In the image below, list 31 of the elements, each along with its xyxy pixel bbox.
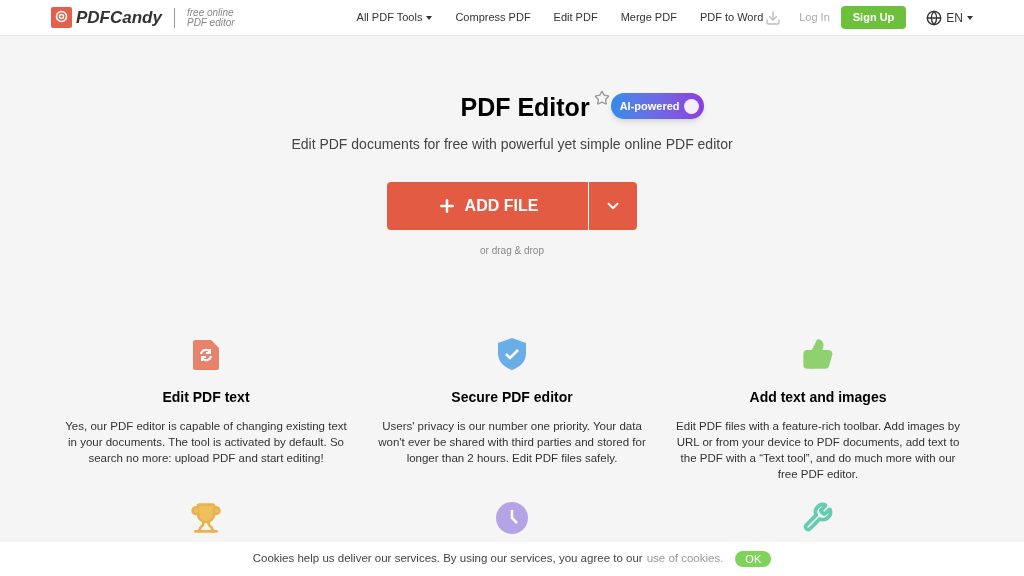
trophy-icon	[190, 502, 222, 534]
feature-title: Secure PDF editor	[451, 388, 573, 407]
subtitle: Edit PDF documents for free with powerful yet simple online PDF editor	[291, 135, 733, 154]
nav-link[interactable]: Merge PDF	[620, 9, 677, 26]
feature-title: Edit PDF text	[162, 388, 250, 407]
cookie-text: Cookies help us deliver our services. By using our services, you agree to our	[252, 551, 643, 567]
clock-icon	[496, 502, 528, 534]
add-file-button[interactable]: ADD FILE	[387, 182, 588, 230]
feature-title: Add text and images	[749, 388, 887, 407]
nav-link[interactable]: Compress PDF	[455, 9, 531, 26]
feature-text: Edit PDF files with a feature-rich toolbar. Add images by URL or from your device to PDF documents, add text to the PDF with a “Text tool”, and do much more with our free PDF editor.	[675, 419, 961, 482]
nav-link[interactable]: PDF to Word	[699, 9, 764, 26]
tagline-text: free online	[186, 7, 235, 18]
ai-badge: AI-powered	[610, 93, 704, 119]
dropdown-button[interactable]	[589, 182, 637, 230]
page-title: PDF Editor	[460, 92, 590, 122]
language-selector[interactable]: EN	[946, 8, 973, 27]
feature-text: Users' privacy is our number one priority. Your data won't ever be shared with third parties and stored for longer than 2 hours. Edit PDF files safely.	[377, 419, 647, 466]
drag-drop-hint: or drag & drop	[480, 244, 544, 258]
feature-text: Yes, our PDF editor is capable of changing existing text in your documents. The tool is activated by default. So search no more: upload PDF and start editing!	[64, 419, 348, 466]
logo-text[interactable]: PDFCandy	[76, 4, 162, 31]
download-icon[interactable]	[765, 9, 782, 26]
nav-link[interactable]: Edit PDF	[553, 9, 598, 26]
shield-check-icon	[498, 338, 526, 370]
tagline-text: PDF editor	[186, 17, 235, 28]
globe-icon[interactable]	[926, 9, 943, 26]
file-refresh-icon	[193, 340, 219, 370]
nav-link[interactable]: All PDF Tools	[356, 9, 433, 26]
thumbs-up-icon	[802, 338, 834, 370]
star-icon[interactable]	[593, 90, 610, 106]
logo-icon	[51, 7, 72, 28]
